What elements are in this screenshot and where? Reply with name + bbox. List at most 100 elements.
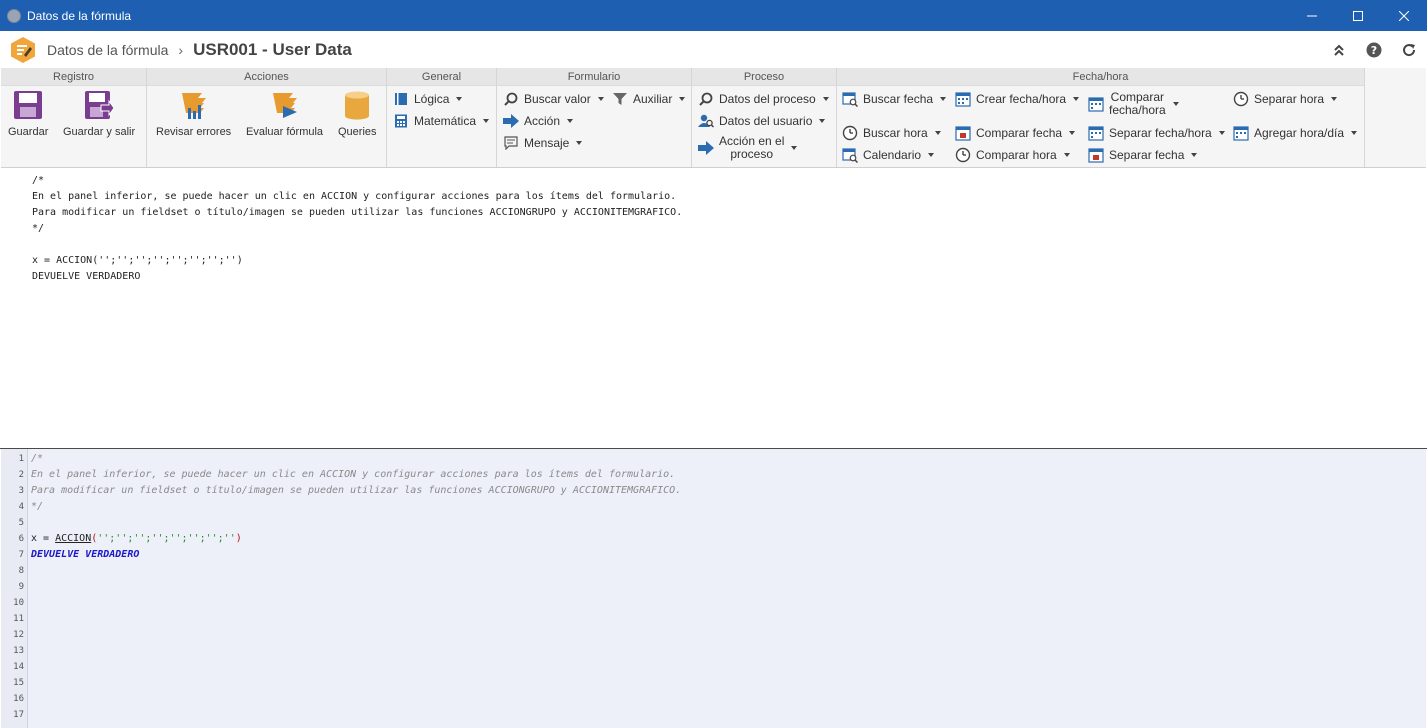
logic-dropdown[interactable]: Lógica bbox=[393, 89, 463, 109]
line-number: 7 bbox=[18, 550, 24, 560]
process-action-label-line1: Acción en el bbox=[719, 134, 785, 148]
math-dropdown[interactable]: Matemática bbox=[393, 111, 490, 131]
calendar-icon bbox=[955, 92, 971, 107]
group-title: Fecha/hora bbox=[837, 68, 1364, 86]
line-number: 3 bbox=[18, 486, 24, 496]
line-number: 8 bbox=[18, 566, 24, 576]
user-search-icon bbox=[698, 114, 714, 128]
search-time-dropdown[interactable]: Buscar hora bbox=[842, 123, 941, 143]
caret-down-icon bbox=[483, 119, 490, 123]
close-icon bbox=[1399, 10, 1409, 21]
clock-icon bbox=[1233, 91, 1249, 107]
evaluate-formula-icon bbox=[272, 93, 297, 118]
line-number: 1 bbox=[18, 454, 24, 464]
help-button[interactable]: ? bbox=[1356, 31, 1391, 68]
search-time-label: Buscar hora bbox=[863, 126, 928, 140]
ribbon-toolbar: Registro Guardar Guardar y salir Accione… bbox=[1, 68, 1426, 168]
action-dropdown[interactable]: Acción bbox=[503, 111, 574, 131]
preview-line: x = ACCION('';'';'';'';'';'';'';'') bbox=[32, 255, 243, 266]
breadcrumb-parent[interactable]: Datos de la fórmula bbox=[47, 42, 168, 58]
maximize-button[interactable] bbox=[1335, 0, 1381, 31]
svg-text:?: ? bbox=[1370, 44, 1376, 57]
user-data-dropdown[interactable]: Datos del usuario bbox=[698, 111, 826, 131]
message-label: Mensaje bbox=[524, 136, 570, 150]
code-lines[interactable]: /* En el panel inferior, se puede hacer … bbox=[31, 451, 681, 563]
action-label: Acción bbox=[524, 114, 561, 128]
formula-code-editor[interactable]: 1 2 3 4 5 6 7 8 9 10 11 12 13 14 15 16 1… bbox=[1, 449, 1426, 728]
message-dropdown[interactable]: Mensaje bbox=[503, 133, 583, 153]
save-exit-icon bbox=[85, 91, 115, 119]
auxiliary-dropdown[interactable]: Auxiliar bbox=[612, 89, 686, 109]
process-data-dropdown[interactable]: Datos del proceso bbox=[698, 89, 829, 109]
queries-label: Queries bbox=[338, 126, 377, 138]
search-icon bbox=[699, 92, 713, 106]
calendar-icon bbox=[955, 126, 971, 141]
calendar-search-icon bbox=[842, 148, 858, 163]
arrow-right-icon bbox=[503, 114, 519, 128]
group-general: General Lógica Matemática bbox=[387, 68, 497, 167]
title-bar: Datos de la fórmula bbox=[0, 0, 1427, 31]
compare-datetime-dropdown[interactable]: Comparar fecha/hora bbox=[1088, 90, 1179, 118]
caret-down-icon bbox=[679, 97, 686, 101]
process-action-dropdown[interactable]: Acción en el proceso bbox=[698, 134, 798, 162]
minimize-button[interactable] bbox=[1289, 0, 1335, 31]
refresh-button[interactable] bbox=[1391, 31, 1426, 68]
code-comment-line: */ bbox=[31, 501, 44, 512]
save-and-exit-button[interactable]: Guardar y salir bbox=[63, 90, 135, 138]
compare-time-dropdown[interactable]: Comparar hora bbox=[955, 145, 1070, 165]
double-chevron-up-icon bbox=[1333, 44, 1344, 56]
function-name-link[interactable]: ACCION bbox=[55, 533, 91, 544]
minimize-icon bbox=[1307, 15, 1317, 16]
split-date-dropdown[interactable]: Separar fecha bbox=[1088, 145, 1198, 165]
caret-down-icon bbox=[1351, 131, 1358, 135]
search-date-label: Buscar fecha bbox=[863, 92, 934, 106]
auxiliary-label: Auxiliar bbox=[633, 92, 673, 106]
calendar-icon bbox=[1088, 148, 1104, 163]
create-datetime-dropdown[interactable]: Crear fecha/hora bbox=[955, 89, 1080, 109]
evaluate-formula-button[interactable]: Evaluar fórmula bbox=[246, 90, 323, 138]
line-number: 5 bbox=[18, 518, 24, 528]
maximize-icon bbox=[1353, 10, 1363, 21]
split-datetime-dropdown[interactable]: Separar fecha/hora bbox=[1088, 123, 1225, 143]
caret-down-icon bbox=[822, 97, 829, 101]
formula-preview-panel: /* En el panel inferior, se puede hacer … bbox=[1, 169, 1426, 448]
save-and-exit-label: Guardar y salir bbox=[63, 126, 136, 138]
compare-date-label: Comparar fecha bbox=[976, 126, 1063, 140]
process-action-label-line2: proceso bbox=[730, 147, 774, 161]
group-fecha-hora: Fecha/hora Buscar fecha Crear fecha/hora… bbox=[837, 68, 1365, 167]
line-number: 15 bbox=[13, 678, 24, 688]
calendar-icon bbox=[1088, 126, 1104, 141]
add-hour-day-dropdown[interactable]: Agregar hora/día bbox=[1233, 123, 1358, 143]
split-datetime-label: Separar fecha/hora bbox=[1109, 126, 1212, 140]
evaluate-formula-label: Evaluar fórmula bbox=[246, 126, 324, 138]
split-time-label: Separar hora bbox=[1254, 92, 1325, 106]
split-date-label: Separar fecha bbox=[1109, 148, 1185, 162]
add-hour-day-label: Agregar hora/día bbox=[1254, 126, 1345, 140]
code-return-line: DEVUELVE VERDADERO bbox=[31, 549, 140, 560]
caret-down-icon bbox=[456, 97, 463, 101]
caret-down-icon bbox=[1073, 97, 1080, 101]
collapse-ribbon-button[interactable] bbox=[1321, 31, 1356, 68]
arrow-right-icon bbox=[698, 141, 714, 155]
review-errors-button[interactable]: Revisar errores bbox=[156, 90, 231, 138]
compare-date-dropdown[interactable]: Comparar fecha bbox=[955, 123, 1076, 143]
process-data-label: Datos del proceso bbox=[719, 92, 816, 106]
compare-time-label: Comparar hora bbox=[976, 148, 1057, 162]
search-value-dropdown[interactable]: Buscar valor bbox=[503, 89, 604, 109]
close-button[interactable] bbox=[1381, 0, 1427, 31]
save-button[interactable]: Guardar bbox=[8, 90, 48, 138]
calendar-icon bbox=[1088, 97, 1104, 112]
assign-prefix: x = bbox=[31, 533, 56, 544]
message-icon bbox=[504, 136, 518, 150]
compare-datetime-label-line1: Comparar bbox=[1110, 90, 1165, 104]
calendar-search-icon bbox=[842, 92, 858, 107]
formula-logo-icon bbox=[11, 36, 35, 63]
preview-line: */ bbox=[32, 223, 45, 234]
split-time-dropdown[interactable]: Separar hora bbox=[1233, 89, 1338, 109]
caret-down-icon bbox=[567, 119, 574, 123]
calendar-dropdown[interactable]: Calendario bbox=[842, 145, 935, 165]
queries-button[interactable]: Queries bbox=[338, 90, 377, 138]
search-date-dropdown[interactable]: Buscar fecha bbox=[842, 89, 947, 109]
line-number-gutter: 1 2 3 4 5 6 7 8 9 10 11 12 13 14 15 16 1… bbox=[1, 449, 28, 728]
calculator-icon bbox=[395, 114, 407, 128]
